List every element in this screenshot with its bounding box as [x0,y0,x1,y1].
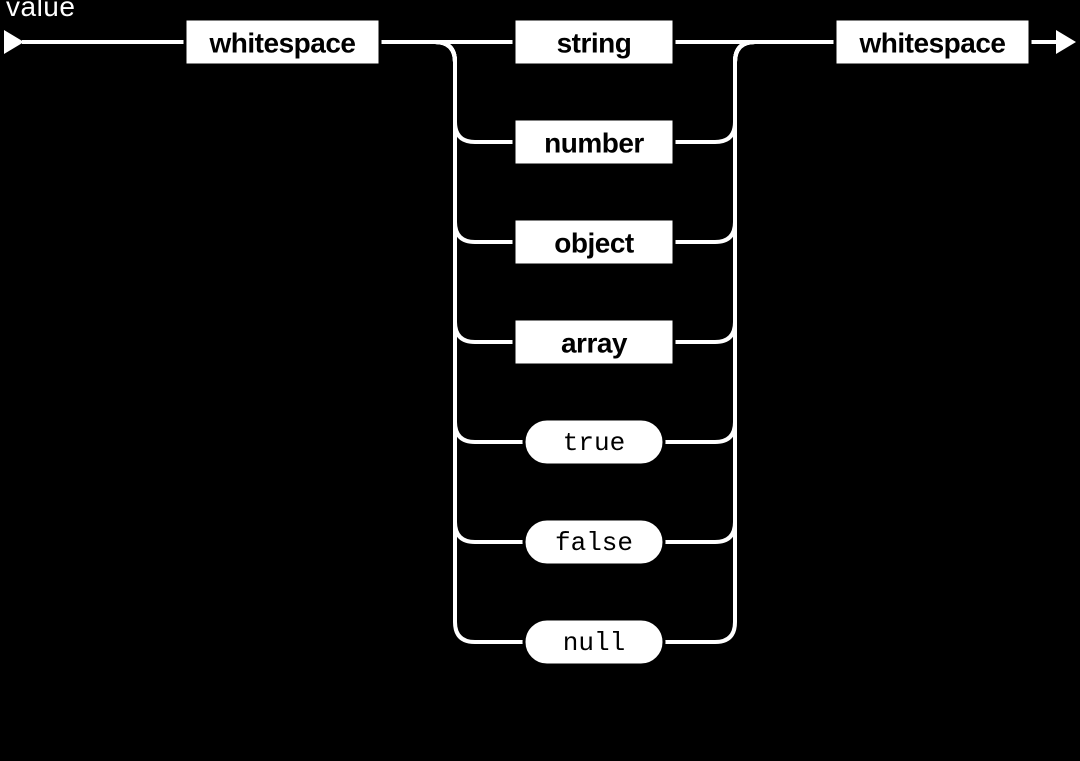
alternative-label: array [561,328,628,359]
alternative-label: false [555,528,633,558]
alternative-label: true [563,428,625,458]
branch-left [435,42,514,342]
branch-right [674,42,755,142]
branch-left [435,42,524,542]
right-nonterminal: whitespace [835,19,1030,65]
alternative-string: string [514,19,674,65]
rule-title: value [6,0,75,22]
railroad-diagram: value whitespace whitespace string number… [0,0,1080,761]
right-nonterminal-label: whitespace [859,28,1006,59]
branch-right [664,42,755,542]
start-arrow-icon [4,30,24,54]
end-arrow-icon [1056,30,1076,54]
branch-right [674,42,755,342]
alternative-array: array [435,42,755,365]
alternative-label: null [563,628,625,658]
alternative-label: object [554,228,634,259]
alternative-label: number [544,128,644,159]
left-nonterminal-label: whitespace [209,28,356,59]
branch-left [435,42,514,142]
left-nonterminal: whitespace [185,19,380,65]
alternatives-group: string number object array true false null [435,19,755,665]
alternative-label: string [557,28,632,59]
